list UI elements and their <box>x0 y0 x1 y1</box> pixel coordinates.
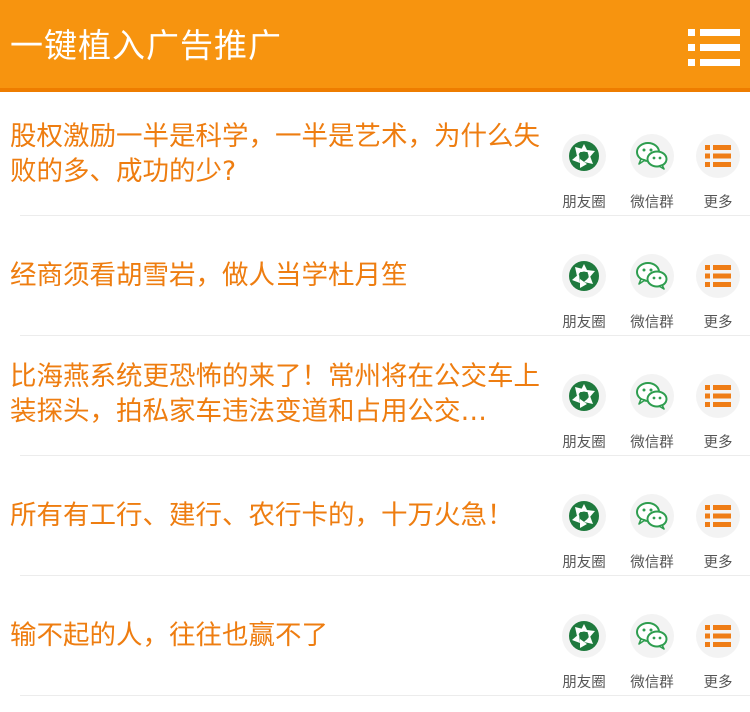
aperture-icon <box>569 621 599 651</box>
share-more-button[interactable]: 更多 <box>686 254 750 331</box>
aperture-icon <box>569 261 599 291</box>
article-title[interactable]: 股权激励一半是科学，一半是艺术，为什么失败的多、成功的少? <box>10 119 545 189</box>
page-title: 一键植入广告推广 <box>10 26 282 65</box>
share-moments-icon-bg <box>562 494 606 538</box>
share-page: 一键植入广告推广 股权激励一半是科学，一半是艺术，为什么失败的多、成功的少? 朋… <box>0 0 750 712</box>
share-wechat-group-button[interactable]: 微信群 <box>620 374 684 451</box>
share-more-icon-bg <box>696 614 740 658</box>
share-wechat-group-button[interactable]: 微信群 <box>620 134 684 211</box>
wechat-icon <box>636 622 668 650</box>
share-moments-button[interactable]: 朋友圈 <box>552 134 616 211</box>
share-more-icon-bg <box>696 134 740 178</box>
article-list: 股权激励一半是科学，一半是艺术，为什么失败的多、成功的少? 朋友圈 微信群 更多… <box>0 96 750 696</box>
list-item: 所有有工行、建行、农行卡的，十万火急！ 朋友圈 微信群 更多 <box>0 456 750 576</box>
article-title[interactable]: 比海燕系统更恐怖的来了！常州将在公交车上装探头，拍私家车违法变道和占用公交… <box>10 359 545 429</box>
share-more-icon-bg <box>696 254 740 298</box>
aperture-icon <box>569 141 599 171</box>
wechat-icon <box>636 142 668 170</box>
share-moments-button[interactable]: 朋友圈 <box>552 614 616 691</box>
list-item: 股权激励一半是科学，一半是艺术，为什么失败的多、成功的少? 朋友圈 微信群 更多 <box>0 96 750 216</box>
share-more-label: 更多 <box>703 555 733 571</box>
share-moments-button[interactable]: 朋友圈 <box>552 374 616 451</box>
share-wechat-icon-bg <box>630 374 674 418</box>
share-moments-icon-bg <box>562 134 606 178</box>
share-moments-label: 朋友圈 <box>562 555 606 571</box>
share-wechat-group-button[interactable]: 微信群 <box>620 494 684 571</box>
share-more-label: 更多 <box>703 195 733 211</box>
list-icon <box>705 505 731 527</box>
share-moments-icon-bg <box>562 614 606 658</box>
list-item: 经商须看胡雪岩，做人当学杜月笙 朋友圈 微信群 更多 <box>0 216 750 336</box>
article-title[interactable]: 输不起的人，往往也赢不了 <box>10 618 545 653</box>
aperture-icon <box>569 501 599 531</box>
share-more-button[interactable]: 更多 <box>686 134 750 211</box>
article-title[interactable]: 所有有工行、建行、农行卡的，十万火急！ <box>10 498 545 533</box>
share-more-button[interactable]: 更多 <box>686 614 750 691</box>
wechat-icon <box>636 262 668 290</box>
share-wechat-icon-bg <box>630 494 674 538</box>
share-more-label: 更多 <box>703 435 733 451</box>
share-wechat-icon-bg <box>630 614 674 658</box>
header-bar: 一键植入广告推广 <box>0 0 750 92</box>
list-icon <box>705 625 731 647</box>
share-moments-button[interactable]: 朋友圈 <box>552 494 616 571</box>
share-wechat-group-button[interactable]: 微信群 <box>620 614 684 691</box>
wechat-icon <box>636 502 668 530</box>
share-wechat-group-label: 微信群 <box>630 675 674 691</box>
share-moments-label: 朋友圈 <box>562 675 606 691</box>
share-more-button[interactable]: 更多 <box>686 374 750 451</box>
share-wechat-group-button[interactable]: 微信群 <box>620 254 684 331</box>
share-wechat-group-label: 微信群 <box>630 555 674 571</box>
list-item: 比海燕系统更恐怖的来了！常州将在公交车上装探头，拍私家车违法变道和占用公交… 朋… <box>0 336 750 456</box>
list-icon <box>705 265 731 287</box>
share-more-icon-bg <box>696 374 740 418</box>
share-moments-label: 朋友圈 <box>562 435 606 451</box>
list-icon <box>705 145 731 167</box>
share-wechat-group-label: 微信群 <box>630 315 674 331</box>
aperture-icon <box>569 381 599 411</box>
share-moments-button[interactable]: 朋友圈 <box>552 254 616 331</box>
wechat-icon <box>636 382 668 410</box>
list-icon <box>705 385 731 407</box>
share-wechat-group-label: 微信群 <box>630 435 674 451</box>
share-more-label: 更多 <box>703 315 733 331</box>
share-more-icon-bg <box>696 494 740 538</box>
share-wechat-icon-bg <box>630 254 674 298</box>
menu-button[interactable] <box>688 28 740 68</box>
share-moments-label: 朋友圈 <box>562 315 606 331</box>
article-title[interactable]: 经商须看胡雪岩，做人当学杜月笙 <box>10 258 545 293</box>
share-more-label: 更多 <box>703 675 733 691</box>
share-moments-icon-bg <box>562 254 606 298</box>
share-moments-label: 朋友圈 <box>562 195 606 211</box>
share-more-button[interactable]: 更多 <box>686 494 750 571</box>
list-item: 输不起的人，往往也赢不了 朋友圈 微信群 更多 <box>0 576 750 696</box>
share-wechat-icon-bg <box>630 134 674 178</box>
list-menu-icon <box>688 29 740 66</box>
divider <box>20 695 750 696</box>
share-wechat-group-label: 微信群 <box>630 195 674 211</box>
share-moments-icon-bg <box>562 374 606 418</box>
